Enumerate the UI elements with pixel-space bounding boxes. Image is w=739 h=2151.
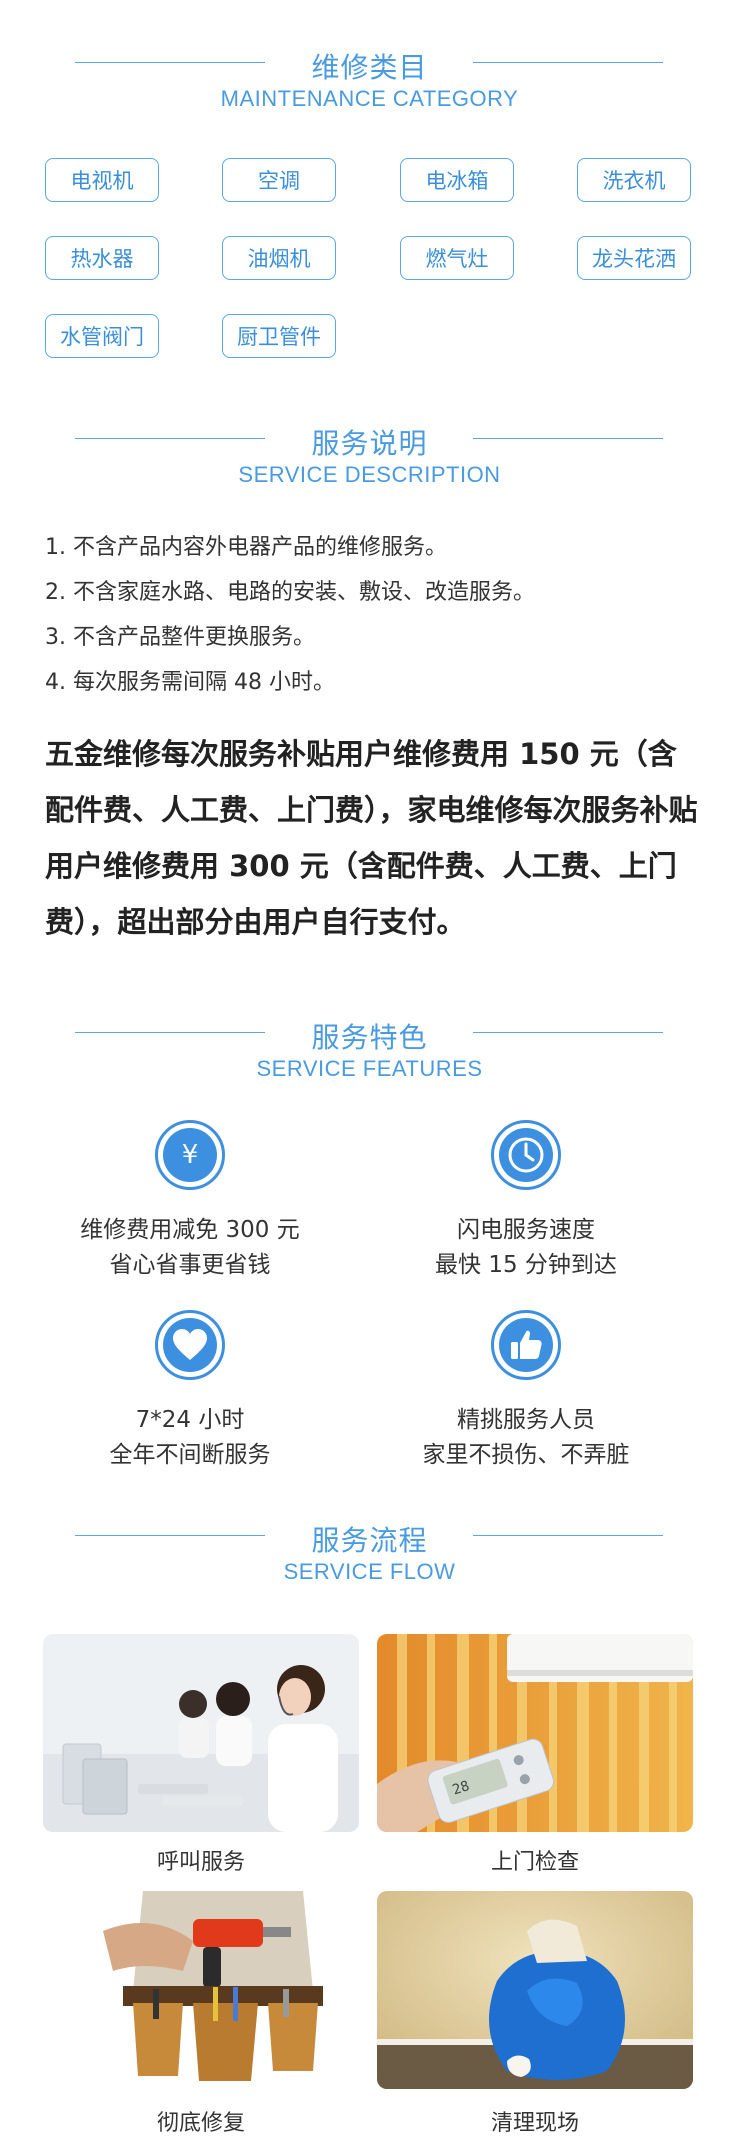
feature-line-2: 省心省事更省钱: [109, 1252, 271, 1278]
feature-line-2: 家里不损伤、不弄脏: [422, 1442, 630, 1468]
category-tag-washing-machine[interactable]: 洗衣机: [577, 158, 691, 202]
description-item: 1. 不含产品内容外电器产品的维修服务。: [45, 535, 447, 560]
thumbs-up-icon-ring: [491, 1310, 561, 1380]
feature-24-7: 7*24 小时 全年不间断服务: [40, 1310, 340, 1480]
category-tag-faucet-shower[interactable]: 龙头花洒: [577, 236, 691, 280]
category-tag-kitchen-bath-pipes[interactable]: 厨卫管件: [222, 314, 336, 358]
feature-cost-savings: ¥ 维修费用减免 300 元 省心省事更省钱: [40, 1120, 340, 1290]
description-item: 2. 不含家庭水路、电路的安装、敷设、改造服务。: [45, 580, 535, 605]
category-tag-water-heater[interactable]: 热水器: [45, 236, 159, 280]
flow-step-label: 呼叫服务: [156, 1850, 245, 1875]
subsidy-statement: 五金维修每次服务补贴用户维修费用 150 元（含配件费、人工费、上门费），家电维…: [45, 737, 698, 939]
repair-photo: [43, 1891, 359, 2089]
thumbs-up-icon: [499, 1318, 553, 1372]
feature-line-1: 7*24 小时: [135, 1407, 245, 1433]
yen-icon-ring: ¥: [155, 1120, 225, 1190]
category-tag-water-valve[interactable]: 水管阀门: [45, 314, 159, 358]
feature-line-2: 全年不间断服务: [109, 1442, 271, 1468]
yen-icon: ¥: [163, 1128, 217, 1182]
heart-icon: [163, 1318, 217, 1372]
call-center-photo: [43, 1634, 359, 1832]
description-title: 服务说明: [311, 427, 428, 460]
category-tag-gas-stove[interactable]: 燃气灶: [400, 236, 514, 280]
category-title: 维修类目: [311, 51, 428, 84]
feature-line-1: 维修费用减免 300 元: [80, 1217, 300, 1243]
features-section-header: 服务特色 SERVICE FEATURES: [0, 1012, 739, 1092]
flow-step-label: 清理现场: [490, 2111, 579, 2136]
clock-icon: [499, 1128, 553, 1182]
features-title: 服务特色: [311, 1021, 428, 1054]
description-item: 3. 不含产品整件更换服务。: [45, 625, 315, 650]
clock-icon-ring: [491, 1120, 561, 1190]
category-tag-range-hood[interactable]: 油烟机: [222, 236, 336, 280]
description-subtitle: SERVICE DESCRIPTION: [238, 462, 501, 487]
flow-section-header: 服务流程 SERVICE FLOW: [0, 1515, 739, 1595]
category-section-header: 维修类目 MAINTENANCE CATEGORY: [0, 42, 739, 122]
description-item: 4. 每次服务需间隔 48 小时。: [45, 670, 335, 695]
cleanup-photo: [377, 1891, 693, 2089]
flow-step-label: 彻底修复: [156, 2111, 245, 2136]
description-section-header: 服务说明 SERVICE DESCRIPTION: [0, 418, 739, 498]
inspection-photo: 28: [377, 1634, 693, 1832]
service-page: 维修类目 MAINTENANCE CATEGORY 电视机 空调 电冰箱 洗衣机…: [0, 0, 739, 2151]
flow-title: 服务流程: [311, 1524, 428, 1557]
heart-icon-ring: [155, 1310, 225, 1380]
feature-selected-staff: 精挑服务人员 家里不损伤、不弄脏: [376, 1310, 676, 1480]
feature-line-1: 闪电服务速度: [457, 1217, 595, 1243]
category-tag-tv[interactable]: 电视机: [45, 158, 159, 202]
features-subtitle: SERVICE FEATURES: [256, 1056, 483, 1081]
category-tag-air-conditioner[interactable]: 空调: [222, 158, 336, 202]
feature-line-2: 最快 15 分钟到达: [435, 1252, 617, 1278]
flow-step-label: 上门检查: [490, 1850, 579, 1875]
description-list: 1. 不含产品内容外电器产品的维修服务。 2. 不含家庭水路、电路的安装、敷设、…: [45, 525, 705, 705]
flow-subtitle: SERVICE FLOW: [283, 1559, 456, 1584]
category-subtitle: MAINTENANCE CATEGORY: [220, 86, 519, 111]
category-tag-refrigerator[interactable]: 电冰箱: [400, 158, 514, 202]
feature-line-1: 精挑服务人员: [457, 1407, 595, 1433]
feature-fast-service: 闪电服务速度 最快 15 分钟到达: [376, 1120, 676, 1290]
